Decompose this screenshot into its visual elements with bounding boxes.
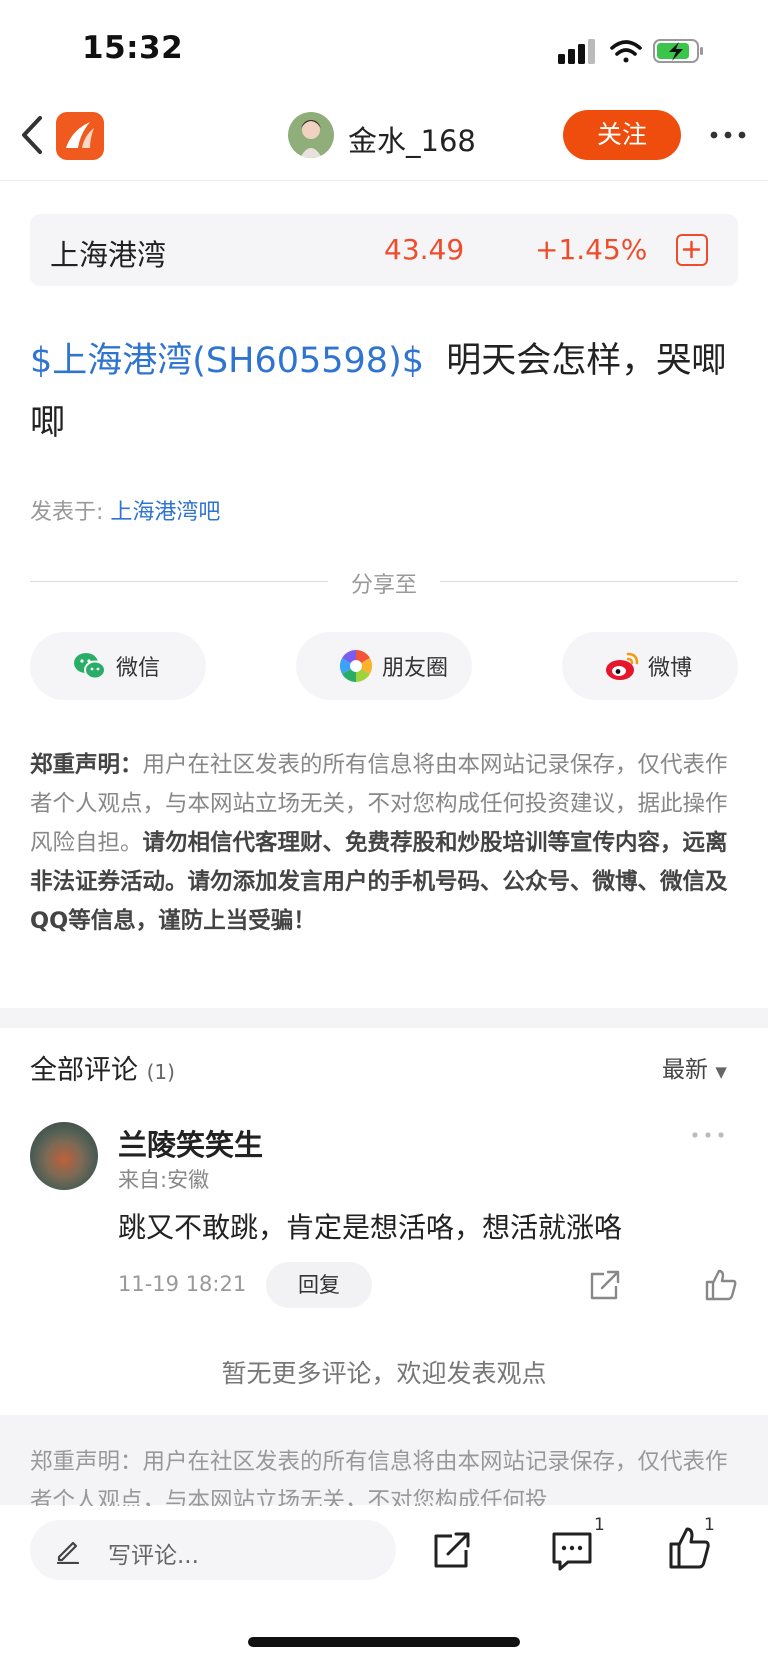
back-icon[interactable] (14, 112, 54, 158)
share-moments-button[interactable]: 朋友圈 (296, 632, 472, 700)
commenter-name[interactable]: 兰陵笑笑生 (118, 1122, 263, 1164)
wifi-icon (610, 40, 642, 63)
share-weibo-button[interactable]: 微博 (562, 632, 738, 700)
divider (30, 581, 328, 582)
stock-name: 上海港湾 (50, 238, 167, 272)
stock-tag-link[interactable]: $上海港湾(SH605598)$ (30, 341, 424, 381)
commenter-avatar[interactable] (30, 1122, 98, 1190)
caret-down-icon: ▼ (715, 1063, 727, 1081)
comment-icon[interactable] (550, 1530, 594, 1572)
share-wechat-button[interactable]: 微信 (30, 632, 206, 700)
weibo-icon (606, 652, 639, 680)
post-title: $上海港湾(SH605598)$ 明天会怎样，哭唧唧 (30, 330, 734, 454)
plus-icon (682, 240, 701, 259)
stock-change: +1.45% (535, 233, 648, 266)
thumbs-up-icon[interactable] (704, 1268, 738, 1302)
divider (440, 581, 738, 582)
sort-label: 最新 (662, 1057, 708, 1083)
battery-icon (653, 39, 703, 63)
add-to-watchlist-button[interactable] (676, 234, 708, 266)
status-time: 15:32 (82, 30, 184, 66)
comment-placeholder: 写评论... (108, 1543, 199, 1569)
disclaimer-head: 郑重声明： (30, 752, 143, 778)
no-more-comments: 暂无更多评论，欢迎发表观点 (221, 1359, 547, 1388)
comments-title: 全部评论 (1) (30, 1055, 175, 1086)
app-logo (56, 112, 104, 160)
logo-icon (66, 122, 94, 148)
forum-link[interactable]: 上海港湾吧 (110, 500, 220, 525)
comments-count: (1) (146, 1060, 175, 1084)
comment-more-icon[interactable] (690, 1128, 726, 1142)
section-gap (0, 1008, 768, 1028)
comment-count-badge: 1 (594, 1515, 605, 1535)
share-wechat-label: 微信 (116, 656, 161, 681)
comment-time: 11-19 18:21 (118, 1272, 247, 1296)
follow-button[interactable]: 关注 (563, 110, 681, 160)
disclaimer: 郑重声明：用户在社区发表的所有信息将由本网站记录保存，仅代表作者个人观点，与本网… (30, 746, 740, 941)
reply-button[interactable]: 回复 (266, 1262, 372, 1308)
author-name[interactable]: 金水_168 (348, 118, 476, 160)
author-avatar[interactable] (288, 112, 334, 158)
home-indicator (248, 1637, 520, 1647)
pencil-icon (56, 1541, 80, 1564)
wechat-icon (74, 653, 106, 680)
stock-card[interactable]: 上海港湾 43.49 +1.45% (30, 214, 738, 286)
posted-in-label: 发表于: (30, 500, 104, 525)
more-icon[interactable] (708, 120, 748, 150)
comment-text: 跳又不敢跳，肯定是想活咯，想活就涨咯 (118, 1211, 623, 1244)
moments-icon (339, 649, 373, 683)
share-icon[interactable] (432, 1530, 472, 1570)
status-icons (558, 39, 703, 64)
like-count-badge: 1 (704, 1515, 715, 1535)
signal-icon (558, 39, 595, 64)
comment-input[interactable]: 写评论... (30, 1520, 396, 1580)
posted-in: 发表于: 上海港湾吧 (30, 494, 220, 526)
share-label: 分享至 (350, 573, 417, 598)
share-icon[interactable] (588, 1268, 622, 1302)
share-weibo-label: 微博 (648, 656, 693, 681)
share-moments-label: 朋友圈 (382, 656, 449, 681)
commenter-location: 来自:安徽 (118, 1168, 210, 1192)
stock-price: 43.49 (384, 233, 465, 266)
sort-button[interactable]: 最新 ▼ (662, 1050, 727, 1084)
